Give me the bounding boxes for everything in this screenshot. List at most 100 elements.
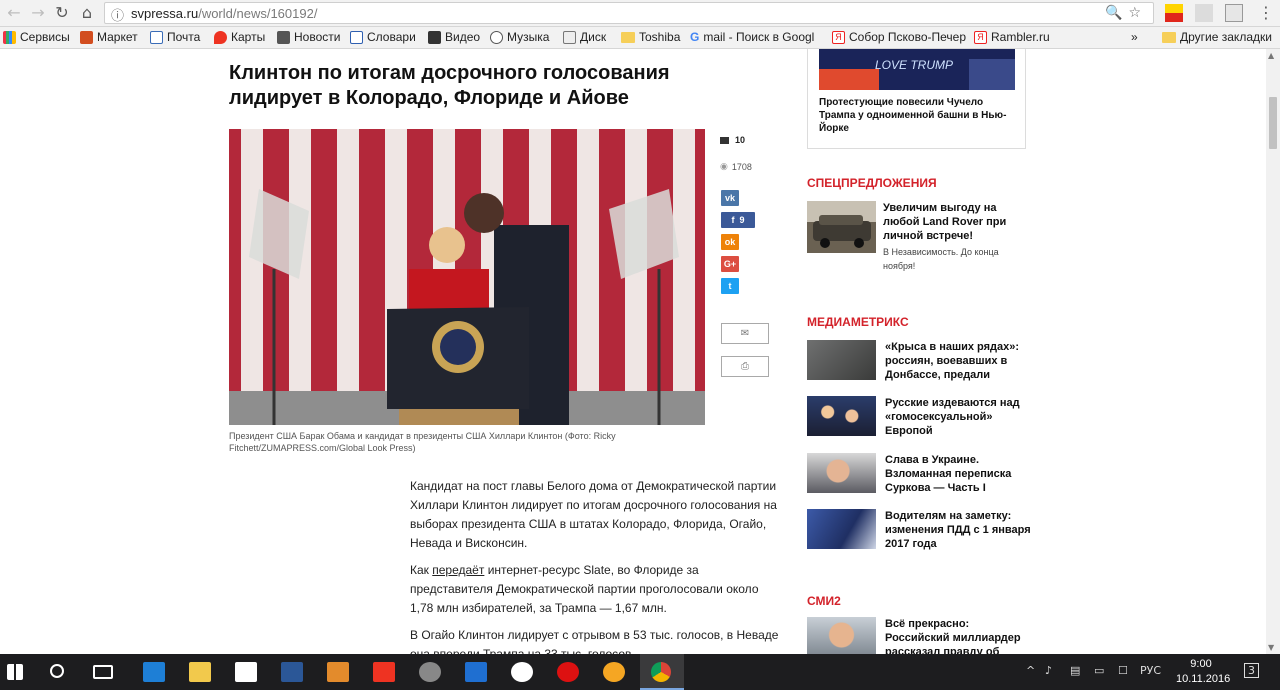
bookmarks-overflow-button[interactable]: » <box>1131 30 1138 44</box>
clock[interactable]: 9:00 10.11.2016 <box>1176 657 1231 687</box>
zoom-star-icons[interactable]: 🔍☆ <box>1105 5 1147 21</box>
chat-icon[interactable]: ☐ <box>1118 664 1128 677</box>
menu-icon[interactable]: ⋮ <box>1256 3 1276 23</box>
top-news-card[interactable]: LOVE TRUMP Протестующие повесили Чучело … <box>807 49 1026 149</box>
bookmark-video[interactable]: Видео <box>428 30 480 44</box>
smi2-title: СМИ2 <box>807 594 841 608</box>
media-player-icon[interactable] <box>327 662 349 682</box>
info-icon[interactable]: ⓘ <box>111 5 124 24</box>
car-thumbnail <box>807 201 876 253</box>
search-icon[interactable] <box>50 664 64 678</box>
paragraph-2: Как передаёт интернет-ресурс Slate, во Ф… <box>410 563 759 615</box>
file-explorer-icon[interactable] <box>189 662 211 682</box>
windows-taskbar: ^ ♪ ▤ ▭ ☐ РУС 9:00 10.11.2016 3 <box>0 654 1280 690</box>
mediametrics-thumbnail <box>807 453 876 493</box>
top-news-image: LOVE TRUMP <box>819 49 1015 90</box>
app-icon[interactable] <box>603 662 625 682</box>
clock-time: 9:00 <box>1190 658 1212 670</box>
reload-icon[interactable]: ↻ <box>52 3 72 23</box>
web-page: Клинтон по итогам досрочного голосования… <box>0 49 1266 654</box>
bookmark-dictionaries[interactable]: Словари <box>350 30 416 44</box>
extension-icon[interactable] <box>1195 4 1213 22</box>
bookmark-disk[interactable]: Диск <box>563 30 606 44</box>
scroll-down-icon[interactable]: ▼ <box>1268 643 1274 652</box>
task-view-icon[interactable] <box>93 665 113 679</box>
news-icon <box>277 30 290 44</box>
mediametrics-title: МЕДИАМЕТРИКС <box>807 315 909 329</box>
scroll-thumb[interactable] <box>1269 97 1277 149</box>
page-scrollbar[interactable]: ▲ ▼ <box>1266 49 1280 654</box>
back-icon[interactable]: ← <box>4 3 24 23</box>
video-icon <box>428 30 441 44</box>
extension-flag-icon[interactable] <box>1165 4 1183 22</box>
map-pin-icon <box>214 30 227 44</box>
store-icon[interactable] <box>235 662 257 682</box>
article-photo <box>229 129 705 425</box>
comments-value: 10 <box>735 135 746 145</box>
forward-icon[interactable]: → <box>28 3 48 23</box>
mediametrics-item-title: Слава в Украине. Взломанная переписка Су… <box>885 454 1012 494</box>
fb-share-button[interactable]: f 9 <box>721 212 755 228</box>
mediametrics-item[interactable]: Водителям на заметку: изменения ПДД с 1 … <box>807 509 1032 551</box>
app-icon[interactable] <box>419 662 441 682</box>
print-button[interactable]: ⎙ <box>721 356 769 377</box>
word-icon[interactable] <box>281 662 303 682</box>
extension-k-icon[interactable] <box>1225 4 1243 22</box>
svg-text:LOVE TRUMP: LOVE TRUMP <box>875 58 953 72</box>
bookmark-other[interactable]: Другие закладки <box>1162 30 1272 44</box>
gplus-share-button[interactable]: G+ <box>721 256 739 272</box>
views-value: 1708 <box>731 161 752 172</box>
bookmark-maps[interactable]: Карты <box>214 30 265 44</box>
language-indicator[interactable]: РУС <box>1140 664 1161 677</box>
bookmark-pskov[interactable]: Я Собор Псково-Печер <box>832 30 966 44</box>
comments-count[interactable]: 10 <box>720 135 745 145</box>
mediametrics-thumbnail <box>807 509 876 549</box>
paragraph-1: Кандидат на пост главы Белого дома от Де… <box>410 479 777 550</box>
bookmark-toshiba[interactable]: Toshiba <box>621 30 680 44</box>
smi2-item-title: Всё прекрасно: Российский миллиардер рас… <box>885 618 1021 654</box>
envelope-icon: ✉ <box>740 328 750 339</box>
bookmark-google-search[interactable]: Gmail - Поиск в Googl <box>690 30 814 44</box>
mediametrics-item[interactable]: Слава в Украине. Взломанная переписка Су… <box>807 453 1032 495</box>
ok-share-button[interactable]: ok <box>721 234 739 250</box>
special-offers-title: СПЕЦПРЕДЛОЖЕНИЯ <box>807 176 937 190</box>
bookmark-mail[interactable]: Почта <box>150 30 200 44</box>
bookmark-news[interactable]: Новости <box>277 30 340 44</box>
edge-icon[interactable] <box>143 662 165 682</box>
address-bar[interactable]: ⓘ svpressa.ru/world/news/160192/ 🔍☆ <box>104 2 1154 24</box>
mediametrics-thumbnail <box>807 396 876 436</box>
scroll-up-icon[interactable]: ▲ <box>1268 51 1274 60</box>
eye-icon: ◉ <box>720 161 728 171</box>
comment-icon <box>720 136 729 144</box>
home-icon[interactable]: ⌂ <box>77 3 97 23</box>
article-body: Кандидат на пост главы Белого дома от Де… <box>410 477 780 654</box>
yandex-icon[interactable] <box>511 662 533 682</box>
special-offer-item[interactable]: Увеличим выгоду на любой Land Rover при … <box>807 201 1032 281</box>
bookmark-music[interactable]: Музыка <box>490 30 549 44</box>
mediametrics-item[interactable]: «Крыса в наших рядах»: россиян, воевавши… <box>807 340 1032 382</box>
vk-share-button[interactable]: vk <box>721 190 739 206</box>
twitter-share-button[interactable]: t <box>721 278 739 294</box>
bookmark-services[interactable]: Сервисы <box>3 30 70 44</box>
bookmark-rambler[interactable]: Я Rambler.ru <box>974 30 1050 44</box>
mediametrics-item-title: Русские издеваются над «гомосексуальной»… <box>885 397 1020 437</box>
opera-icon[interactable] <box>557 662 579 682</box>
volume-icon[interactable]: ♪ <box>1045 664 1052 677</box>
mediametrics-thumbnail <box>807 340 876 380</box>
email-button[interactable]: ✉ <box>721 323 769 344</box>
mail-app-icon[interactable] <box>465 662 487 682</box>
bookmark-market[interactable]: Маркет <box>80 30 138 44</box>
battery-icon[interactable]: ▭ <box>1094 664 1104 677</box>
apps-icon <box>3 30 16 44</box>
notifications-icon[interactable]: 3 <box>1244 663 1259 678</box>
tray-overflow-icon[interactable]: ^ <box>1026 664 1035 677</box>
start-icon[interactable] <box>7 664 23 680</box>
smi2-thumbnail <box>807 617 876 654</box>
clock-date: 10.11.2016 <box>1176 673 1231 685</box>
source-link[interactable]: передаёт <box>432 563 484 577</box>
views-count: ◉ 1708 <box>720 161 752 172</box>
smi2-item[interactable]: Всё прекрасно: Российский миллиардер рас… <box>807 617 1032 654</box>
yandex-browser-icon[interactable] <box>373 662 395 682</box>
network-icon[interactable]: ▤ <box>1070 664 1080 677</box>
mediametrics-item[interactable]: Русские издеваются над «гомосексуальной»… <box>807 396 1032 438</box>
